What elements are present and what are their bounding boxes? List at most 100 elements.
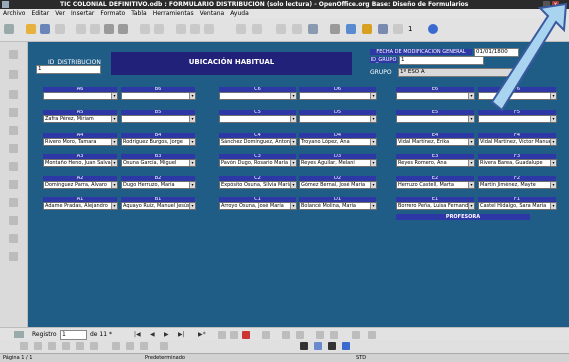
menu-ver[interactable]: Ver [52,9,68,19]
wizards-icon[interactable] [9,252,18,261]
print-icon[interactable] [104,24,114,34]
dropdown-arrow-icon[interactable]: ▾ [370,182,376,188]
menu-insertar[interactable]: Insertar [68,9,97,19]
checkbox-control-icon[interactable] [9,90,18,99]
dropdown-arrow-icon[interactable]: ▾ [370,93,376,99]
dropdown-arrow-icon[interactable]: ▾ [550,182,556,188]
new-record-icon[interactable]: ▶* [198,331,206,338]
dropdown-arrow-icon[interactable]: ▾ [550,160,556,166]
form-design-icon[interactable] [9,234,18,243]
draw-icon[interactable] [330,24,340,34]
help-icon[interactable] [428,24,438,34]
new-icon[interactable] [4,24,14,34]
combobox-control-icon[interactable] [9,180,18,189]
paste-icon[interactable] [204,24,214,34]
textbox-control-icon[interactable] [9,108,18,117]
delete-record-icon[interactable] [242,331,250,339]
dropdown-arrow-icon[interactable]: ▾ [290,160,296,166]
dropdown-arrow-icon[interactable]: ▾ [111,182,117,188]
seat-select-a4[interactable]: Rivero Moro, Tamara ▾ [43,138,118,146]
filter-icon[interactable] [316,331,324,339]
data-to-text-icon[interactable] [352,331,360,339]
seat-select-b1[interactable]: Aquayo Ruiz, Manuel Jesús ▾ [121,202,196,210]
seat-select-d2[interactable]: Gómez Bernal, José María ▾ [299,181,377,189]
dropdown-arrow-icon[interactable]: ▾ [468,93,474,99]
undo-record-icon[interactable] [230,331,238,339]
menu-ayuda[interactable]: Ayuda [227,9,252,19]
sort-descending-icon[interactable] [296,331,304,339]
seat-select-e3[interactable]: Reyes Romero, Ana ▾ [396,159,475,167]
form-nav-icon[interactable] [14,331,24,338]
seat-select-a5[interactable]: Zafra Pérez, Miriam ▾ [43,115,118,123]
save-record-icon[interactable] [218,331,226,339]
seat-select-e1[interactable]: Borrero Peña, Luisa Fernanda ▾ [396,202,475,210]
datasource-view-icon[interactable] [368,331,376,339]
line-color-icon[interactable] [300,342,308,350]
seat-select-a6[interactable]: ▾ [43,92,118,100]
text-box-icon[interactable] [342,342,350,350]
seat-select-d1[interactable]: Bolancé Molina, María ▾ [299,202,377,210]
option-control-icon[interactable] [9,144,18,153]
dropdown-arrow-icon[interactable]: ▾ [550,139,556,145]
seat-select-d5[interactable]: ▾ [299,115,377,123]
open-icon[interactable] [26,24,36,34]
dropdown-arrow-icon[interactable]: ▾ [468,182,474,188]
select-tool-icon[interactable] [20,342,28,350]
refresh-icon[interactable] [262,331,270,339]
navigator-icon[interactable] [346,24,356,34]
dropdown-arrow-icon[interactable]: ▾ [370,160,376,166]
dropdown-arrow-icon[interactable]: ▾ [111,93,117,99]
dropdown-arrow-icon[interactable]: ▾ [189,203,195,209]
record-input[interactable]: 1 [60,330,87,340]
save-icon[interactable] [40,24,50,34]
seat-select-d6[interactable]: ▾ [299,92,377,100]
seat-select-c6[interactable]: ▾ [219,92,297,100]
id-grupo-field[interactable]: 1 [399,56,484,65]
copy-icon[interactable] [190,24,200,34]
zoom-icon[interactable] [393,24,403,34]
dropdown-arrow-icon[interactable]: ▾ [370,203,376,209]
dropdown-arrow-icon[interactable]: ▾ [290,116,296,122]
dropdown-arrow-icon[interactable]: ▾ [189,139,195,145]
autofilter-icon[interactable] [330,331,338,339]
seat-select-f3[interactable]: Rivera Barea, Guadalupe ▾ [478,159,557,167]
menu-editar[interactable]: Editar [28,9,52,19]
last-record-icon[interactable]: ▶| [178,331,185,338]
dropdown-arrow-icon[interactable]: ▾ [111,160,117,166]
hyperlink-icon[interactable] [276,24,286,34]
dropdown-arrow-icon[interactable]: ▾ [290,139,296,145]
listbox-control-icon[interactable] [9,162,18,171]
prev-record-icon[interactable]: ◀ [150,331,155,338]
menu-archivo[interactable]: Archivo [0,9,28,19]
dropdown-arrow-icon[interactable]: ▾ [189,116,195,122]
dropdown-arrow-icon[interactable]: ▾ [111,203,117,209]
more-controls-icon[interactable] [9,216,18,225]
menu-ventana[interactable]: Ventana [197,9,228,19]
dropdown-arrow-icon[interactable]: ▾ [468,116,474,122]
line-tool-icon[interactable] [34,342,42,350]
next-record-icon[interactable]: ▶ [164,331,169,338]
dropdown-arrow-icon[interactable]: ▾ [370,139,376,145]
seat-select-b2[interactable]: Dugo Herruzo, María ▾ [121,181,196,189]
dropdown-arrow-icon[interactable]: ▾ [370,116,376,122]
datasources-icon[interactable] [378,24,388,34]
seat-select-a1[interactable]: Adame Pradas, Alejandro ▾ [43,202,118,210]
seat-select-c2[interactable]: Expósito Osuna, Silvia María ▾ [219,181,297,189]
gallery-icon[interactable] [362,24,372,34]
menu-herramientas[interactable]: Herramientas [150,9,197,19]
id-distribucion-field[interactable]: 1 [36,65,101,74]
sort-ascending-icon[interactable] [282,331,290,339]
dropdown-arrow-icon[interactable]: ▾ [189,93,195,99]
seat-select-b6[interactable]: ▾ [121,92,196,100]
fontwork-icon[interactable] [126,342,134,350]
chart-icon[interactable] [308,24,318,34]
dropdown-arrow-icon[interactable]: ▾ [290,93,296,99]
dropdown-arrow-icon[interactable]: ▾ [111,139,117,145]
seat-select-e5[interactable]: ▾ [396,115,475,123]
points-icon[interactable] [140,342,148,350]
cut-icon[interactable] [176,24,186,34]
email-icon[interactable] [55,24,65,34]
dropdown-arrow-icon[interactable]: ▾ [189,182,195,188]
seat-select-e4[interactable]: Vidal Martínez, Erika ▾ [396,138,475,146]
autospell-icon[interactable] [154,24,164,34]
